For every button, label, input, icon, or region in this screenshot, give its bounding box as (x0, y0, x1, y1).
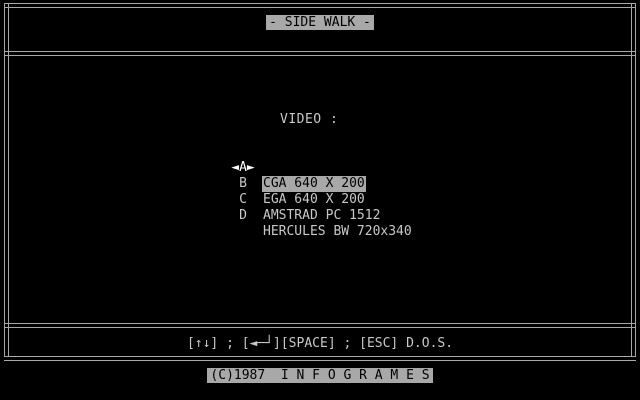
video-option-amstrad[interactable]: C AMSTRAD PC 1512 (228, 176, 488, 223)
option-key: D (239, 208, 247, 223)
footer-divider-top (4, 323, 636, 328)
copyright-text: (C)1987 I N F O G R A M E S (207, 368, 433, 383)
video-menu: ◄A► CGA 640 X 200 B EGA 640 X 200 C AMST… (228, 144, 488, 239)
game-screen: - SIDE WALK - VIDEO : ◄A► CGA 640 X 200 … (0, 0, 640, 400)
option-label: AMSTRAD PC 1512 (263, 208, 381, 223)
right-border (631, 3, 632, 357)
video-option-hercules[interactable]: D HERCULES BW 720x340 (228, 192, 488, 239)
header-divider (4, 51, 636, 56)
game-title-text: - SIDE WALK - (266, 15, 374, 30)
video-option-cga[interactable]: ◄A► CGA 640 X 200 (228, 144, 488, 192)
key-hints: [↑↓] ; [◄─┘][SPACE] ; [ESC] D.O.S. (186, 336, 454, 351)
right-border-inner (635, 3, 636, 357)
video-label: VIDEO : (280, 112, 339, 127)
left-border (4, 3, 5, 357)
copyright-footer: (C)1987 I N F O G R A M E S (0, 368, 640, 384)
footer-divider-bottom (4, 356, 636, 361)
top-border (4, 3, 636, 8)
game-title: - SIDE WALK - (0, 14, 640, 31)
left-border-inner (8, 3, 9, 357)
option-label: HERCULES BW 720x340 (263, 224, 412, 239)
video-option-ega[interactable]: B EGA 640 X 200 (228, 160, 488, 207)
